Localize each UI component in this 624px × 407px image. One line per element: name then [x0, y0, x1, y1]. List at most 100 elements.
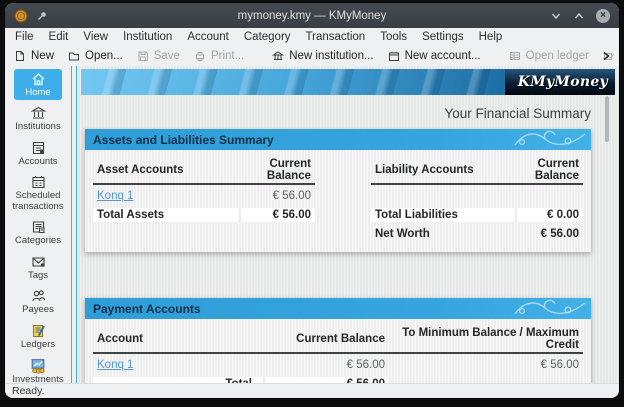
menu-edit[interactable]: Edit	[49, 31, 69, 43]
column-header-current-balance: Current Balance	[517, 157, 583, 183]
toolbar-overflow-button[interactable]	[601, 50, 611, 62]
sidebar-item-tags[interactable]: Tags	[8, 252, 68, 283]
content-area: Home Institutions Accounts	[5, 66, 619, 383]
sidebar-item-investments[interactable]: Investments	[8, 355, 68, 383]
kmymoney-banner: KMyMoney	[81, 69, 615, 95]
menu-file[interactable]: File	[15, 31, 34, 43]
empty-row	[371, 186, 583, 205]
asset-balance-value: € 56.00	[241, 189, 315, 203]
table-header-row: Asset Accounts Current Balance	[93, 157, 315, 185]
menu-help[interactable]: Help	[479, 31, 503, 43]
assets-liabilities-header: Assets and Liabilities Summary	[85, 129, 591, 150]
sidebar-item-ledgers[interactable]: Ledgers	[8, 321, 68, 352]
new-account-icon	[388, 50, 400, 62]
close-button[interactable]: ×	[596, 9, 610, 23]
statusbar: Ready.	[5, 383, 619, 398]
main-view: KMyMoney Your Financial Summary Assets a…	[77, 66, 619, 383]
vertical-scrollbar[interactable]	[605, 96, 609, 142]
net-worth-label: Net Worth	[371, 227, 514, 241]
open-ledger-button: Open ledger	[509, 50, 589, 62]
assets-liabilities-body: Asset Accounts Current Balance Konq 1 € …	[85, 150, 591, 252]
maximize-button[interactable]	[573, 11, 585, 21]
toolbar: New Open... Save Print... New institutio…	[5, 45, 619, 66]
categories-icon	[30, 219, 47, 235]
open-ledger-icon	[509, 50, 521, 62]
asset-accounts-table: Asset Accounts Current Balance Konq 1 € …	[93, 157, 315, 243]
total-liabilities-value: € 0.00	[517, 208, 583, 222]
pin-icon	[36, 10, 48, 22]
sidebar: Home Institutions Accounts	[5, 66, 71, 383]
column-header-asset-accounts: Asset Accounts	[93, 163, 238, 177]
app-coin-icon	[14, 9, 28, 23]
institutions-icon	[30, 105, 47, 121]
window-title: mymoney.kmy — KMyMoney	[5, 10, 619, 22]
investments-icon	[29, 357, 47, 374]
column-header-current-balance: Current Balance	[241, 157, 315, 183]
ledgers-icon	[30, 323, 47, 339]
kmymoney-window: mymoney.kmy — KMyMoney × File Edit View …	[4, 2, 620, 399]
total-balance-value: € 56.00	[265, 377, 389, 384]
minimize-button[interactable]	[550, 11, 562, 21]
table-row-total-assets: Total Assets € 56.00	[93, 205, 315, 224]
table-row: Konq 1 € 56.00 € 56.00	[93, 355, 583, 374]
column-header-min-max: To Minimum Balance / Maximum Credit	[392, 326, 583, 352]
section-title: Payment Accounts	[93, 302, 201, 316]
menu-institution[interactable]: Institution	[123, 31, 172, 43]
liability-accounts-table: Liability Accounts Current Balance Total…	[371, 157, 583, 243]
new-button[interactable]: New	[14, 50, 54, 62]
tags-icon	[30, 254, 47, 270]
account-link-konq1[interactable]: Konq 1	[97, 359, 133, 371]
new-document-icon	[14, 50, 26, 62]
total-assets-value: € 56.00	[241, 208, 315, 222]
sidebar-item-categories[interactable]: Categories	[8, 217, 68, 248]
menu-settings[interactable]: Settings	[422, 31, 464, 43]
screen: mymoney.kmy — KMyMoney × File Edit View …	[0, 0, 624, 407]
sidebar-item-home[interactable]: Home	[14, 69, 62, 100]
account-link-konq1[interactable]: Konq 1	[97, 190, 133, 202]
section-title: Assets and Liabilities Summary	[93, 133, 274, 147]
status-text: Ready.	[12, 385, 45, 397]
empty-cell	[392, 383, 583, 384]
sidebar-item-institutions[interactable]: Institutions	[8, 103, 68, 134]
column-header-current-balance: Current Balance	[265, 332, 389, 346]
total-assets-label: Total Assets	[93, 208, 238, 222]
total-liabilities-label: Total Liabilities	[371, 208, 514, 222]
table-header-row: Liability Accounts Current Balance	[371, 157, 583, 185]
column-header-account: Account	[93, 332, 262, 346]
titlebar: mymoney.kmy — KMyMoney ×	[5, 3, 619, 28]
flourish-decoration-icon	[513, 129, 587, 150]
sidebar-item-payees[interactable]: Payees	[8, 286, 68, 317]
payment-accounts-table: Account Current Balance To Minimum Balan…	[93, 326, 583, 383]
sidebar-item-accounts[interactable]: Accounts	[8, 138, 68, 169]
table-row-net-worth: Net Worth € 56.00	[371, 224, 583, 243]
menu-view[interactable]: View	[83, 31, 108, 43]
close-icon: ×	[600, 11, 606, 21]
new-account-button[interactable]: New account...	[388, 50, 481, 62]
accounts-icon	[30, 140, 47, 156]
total-label: Total	[93, 377, 262, 384]
menu-account[interactable]: Account	[187, 31, 229, 43]
chevron-right-icon	[601, 50, 611, 62]
save-button: Save	[137, 50, 180, 62]
menu-category[interactable]: Category	[244, 31, 291, 43]
print-icon	[194, 50, 206, 62]
assets-liabilities-panel: Assets and Liabilities Summary	[85, 129, 591, 252]
payees-icon	[30, 288, 47, 304]
menu-transaction[interactable]: Transaction	[306, 31, 366, 43]
table-row-total: Total € 56.00	[93, 374, 583, 383]
table-header-row: Account Current Balance To Minimum Balan…	[93, 326, 583, 354]
table-row: Konq 1 € 56.00	[93, 186, 315, 205]
menu-tools[interactable]: Tools	[380, 31, 407, 43]
open-folder-icon	[68, 50, 80, 62]
print-button: Print...	[194, 50, 244, 62]
bank-icon	[272, 50, 284, 62]
column-header-liability-accounts: Liability Accounts	[371, 163, 514, 177]
save-icon	[137, 50, 149, 62]
new-institution-button[interactable]: New institution...	[272, 50, 373, 62]
page-title: Your Financial Summary	[81, 106, 591, 121]
net-worth-value: € 56.00	[517, 227, 583, 241]
menubar: File Edit View Institution Account Categ…	[5, 28, 619, 45]
payment-min-max-value: € 56.00	[392, 358, 583, 372]
sidebar-item-scheduled-transactions[interactable]: Scheduled transactions	[8, 172, 68, 214]
open-button[interactable]: Open...	[68, 50, 123, 62]
